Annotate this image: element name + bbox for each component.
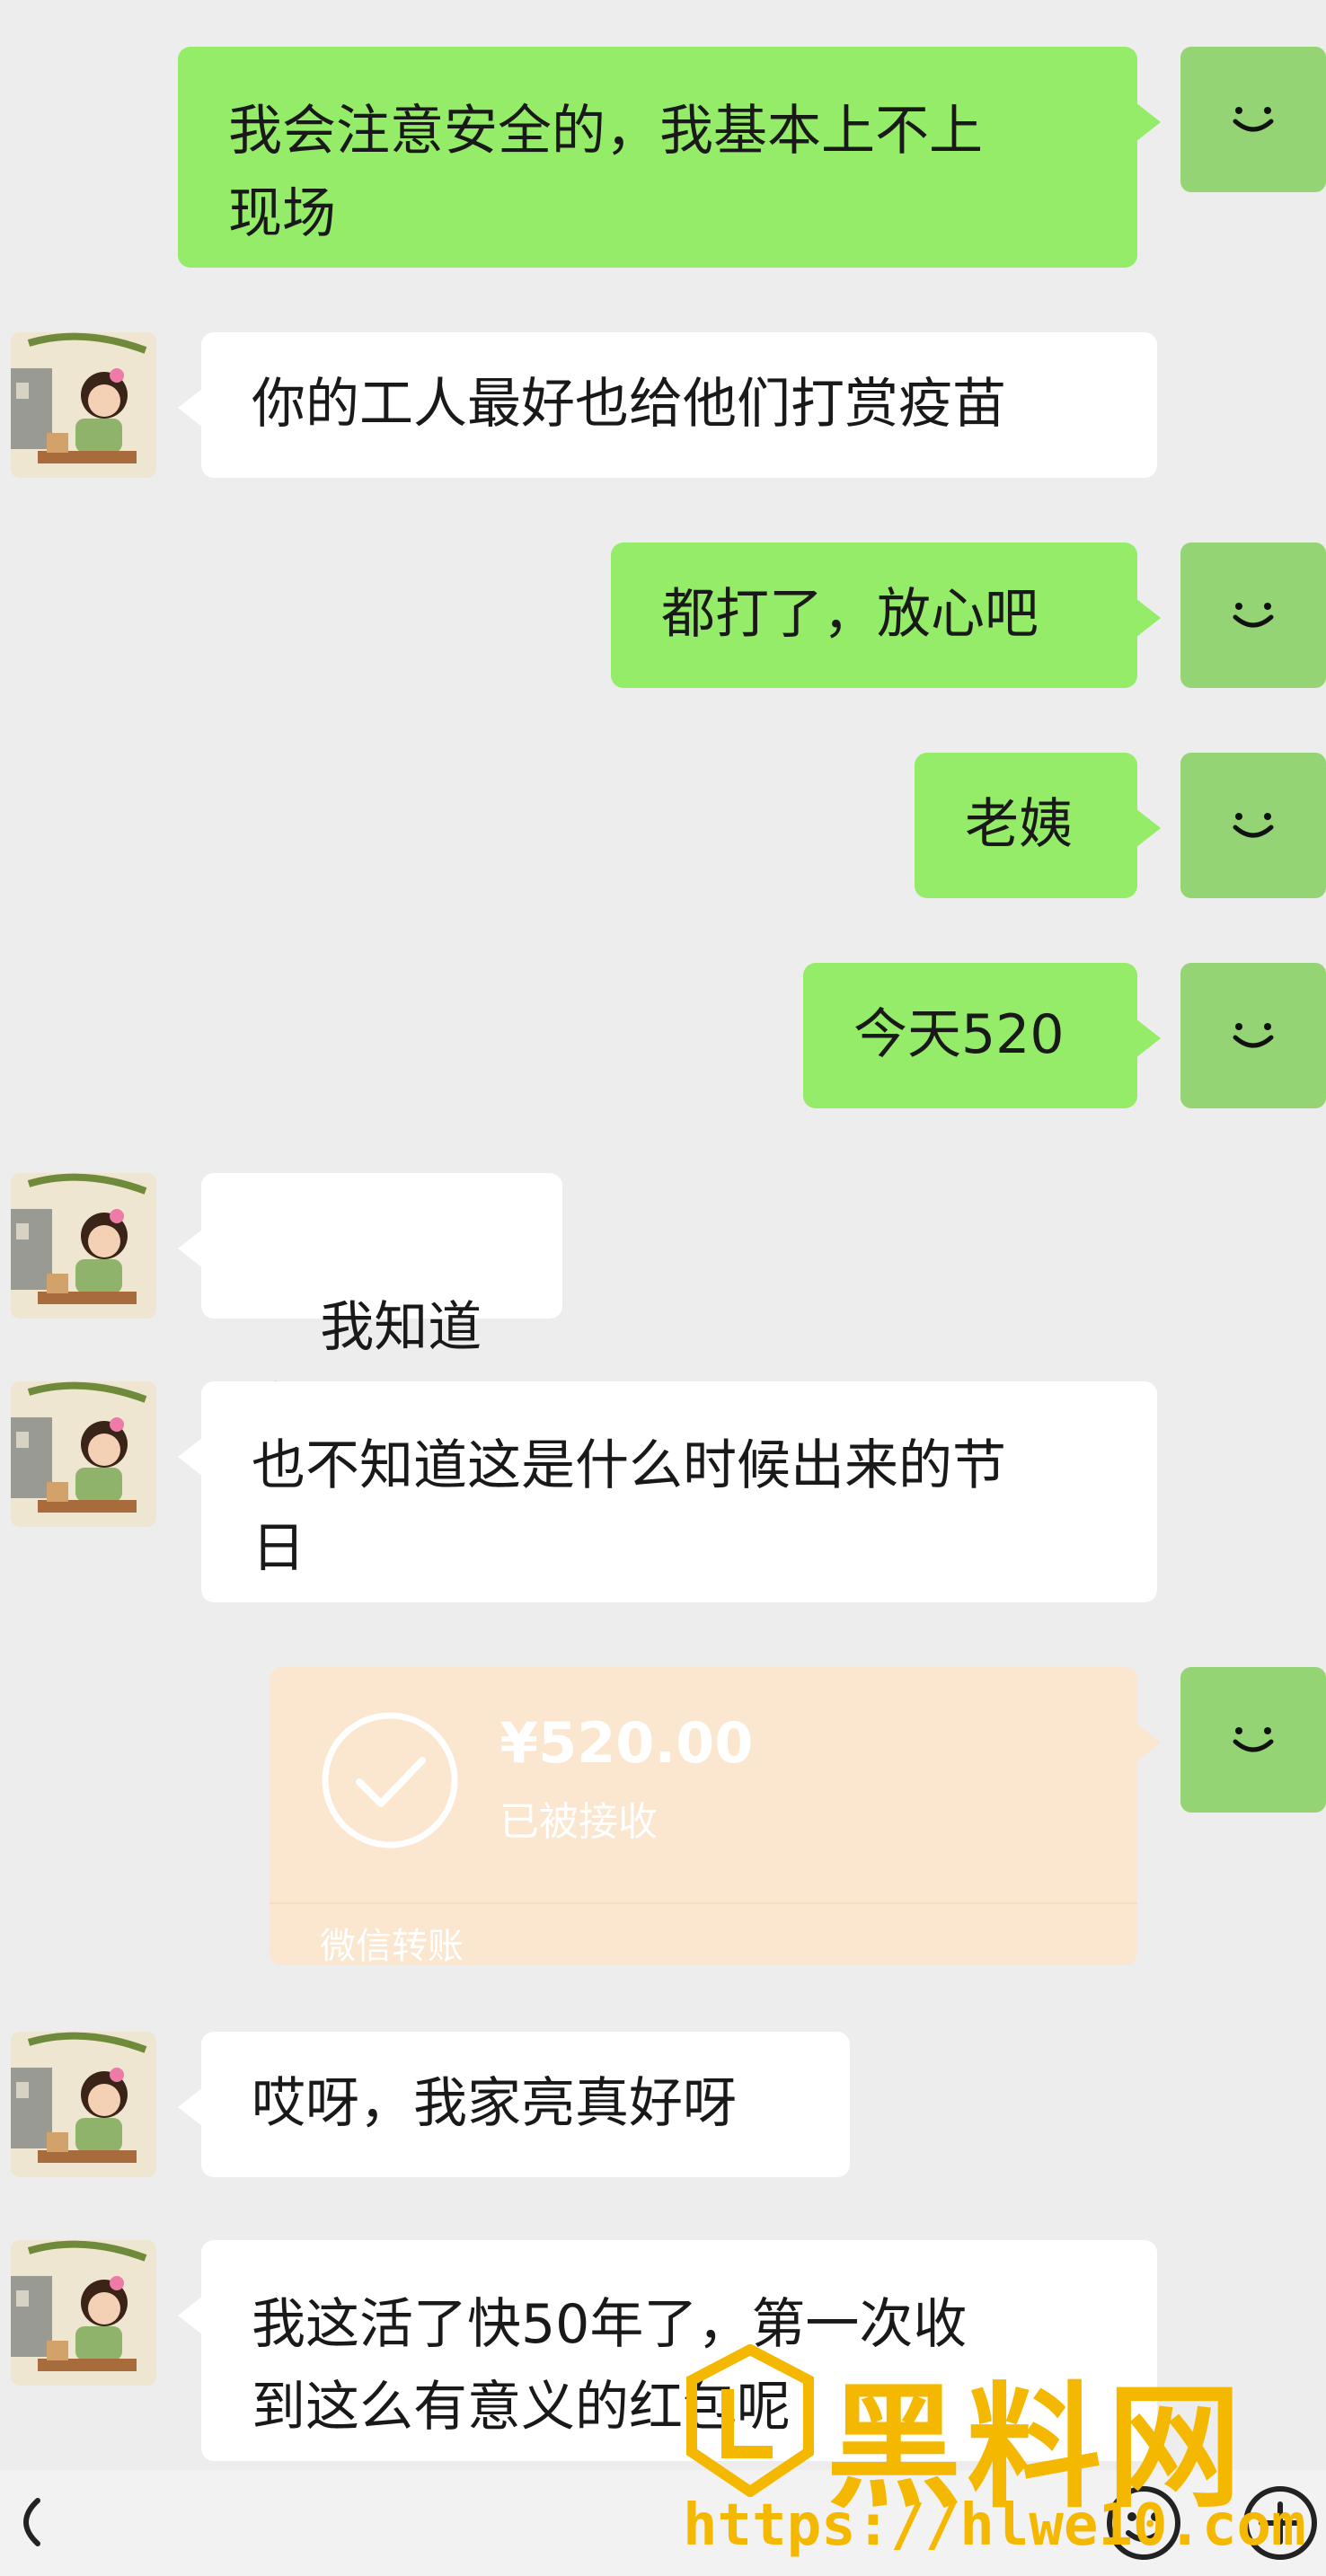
- my-avatar[interactable]: [1180, 963, 1326, 1108]
- message-bubble-sent[interactable]: 都打了，放心吧: [611, 543, 1161, 688]
- transfer-brand: 微信转账: [320, 1926, 464, 1967]
- message-bubble-sent[interactable]: 老姨: [915, 753, 1161, 898]
- back-arrow-icon[interactable]: [7, 2493, 47, 2551]
- smiley-face-icon: [1233, 603, 1274, 628]
- smiley-face-icon: [1233, 1727, 1274, 1752]
- message-bubble-sent[interactable]: 我会注意安全的，我基本上不上 现场: [178, 47, 1161, 268]
- contact-avatar[interactable]: [11, 2032, 156, 2177]
- contact-avatar[interactable]: [11, 1173, 156, 1319]
- transfer-amount: ¥520.00: [499, 1710, 754, 1776]
- message-text: 我知道: [320, 1296, 482, 1359]
- watermark: 黑料网 https://hlwe10.com: [683, 2326, 1326, 2576]
- cartoon-girl-avatar-icon: [11, 1381, 156, 1527]
- transfer-status: 已被接收: [499, 1799, 658, 1845]
- check-circle-icon: [322, 1712, 458, 1848]
- contact-avatar[interactable]: [11, 2240, 156, 2386]
- contact-avatar[interactable]: [11, 332, 156, 478]
- message-bubble-received[interactable]: 也不知道这是什么时候出来的节 日: [178, 1381, 1157, 1602]
- message-bubble-received[interactable]: 你的工人最好也给他们打赏疫苗: [178, 332, 1157, 478]
- cartoon-girl-avatar-icon: [11, 2240, 156, 2386]
- my-avatar[interactable]: [1180, 47, 1326, 192]
- message-bubble-sent[interactable]: 今天520: [803, 963, 1161, 1108]
- transfer-divider: [270, 1902, 1137, 1904]
- message-bubble-received[interactable]: 我知道🤔: [178, 1173, 562, 1442]
- smiley-face-icon: [1233, 1023, 1274, 1048]
- contact-avatar[interactable]: [11, 1381, 156, 1527]
- smiley-face-icon: [1233, 107, 1274, 132]
- message-bubble-received[interactable]: 哎呀，我家亮真好呀: [178, 2032, 850, 2177]
- watermark-logo-icon: [686, 2344, 814, 2497]
- my-avatar[interactable]: [1180, 1667, 1326, 1813]
- transfer-card[interactable]: ¥520.00 已被接收 微信转账: [270, 1667, 1161, 1967]
- my-avatar[interactable]: [1180, 543, 1326, 688]
- my-avatar[interactable]: [1180, 753, 1326, 898]
- watermark-url: https://hlwe10.com: [683, 2492, 1306, 2559]
- cartoon-girl-avatar-icon: [11, 2032, 156, 2177]
- cartoon-girl-avatar-icon: [11, 332, 156, 478]
- smiley-face-icon: [1233, 813, 1274, 838]
- cartoon-girl-avatar-icon: [11, 1173, 156, 1319]
